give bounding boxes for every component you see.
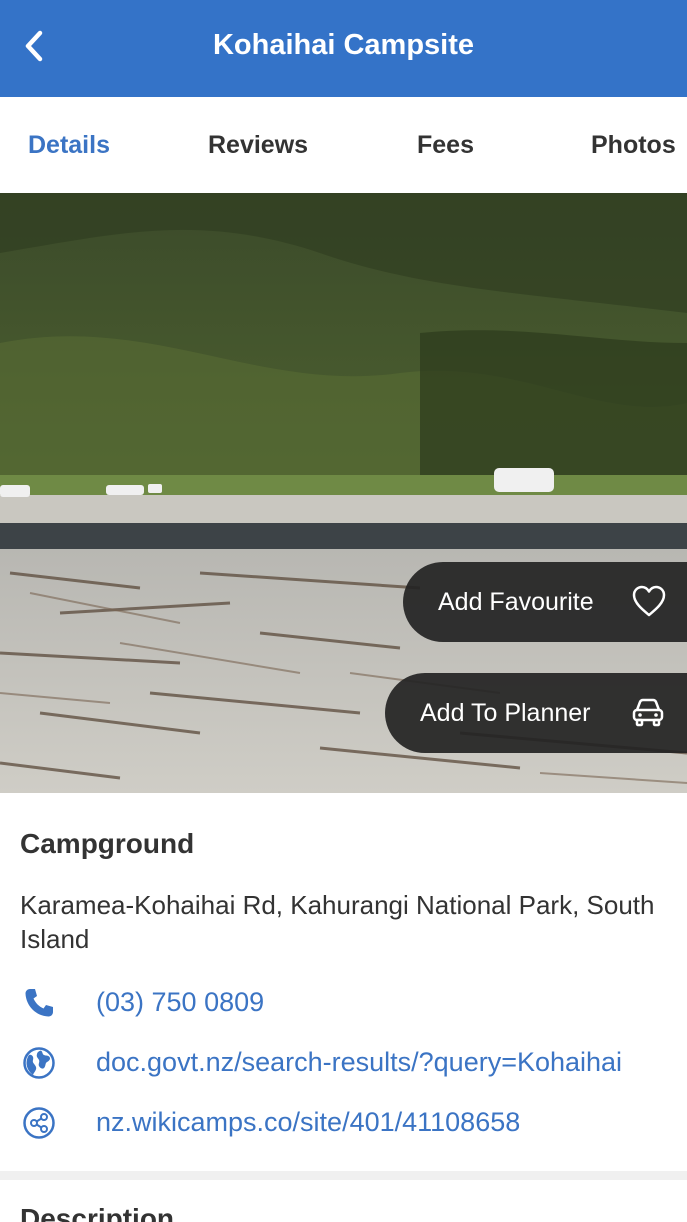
phone-icon	[25, 989, 53, 1017]
tab-bar: Details Reviews Fees Photos	[0, 97, 687, 193]
tab-photos[interactable]: Photos	[591, 97, 676, 193]
share-icon	[23, 1107, 55, 1139]
website-link[interactable]: doc.govt.nz/search-results/?query=Kohaih…	[96, 1037, 622, 1087]
back-button[interactable]	[14, 24, 54, 68]
share-link[interactable]: nz.wikicamps.co/site/401/41108658	[96, 1097, 520, 1147]
section-divider	[0, 1171, 687, 1180]
chevron-left-icon	[25, 30, 43, 62]
tab-fees[interactable]: Fees	[417, 97, 474, 193]
description-heading: Description	[20, 1203, 175, 1222]
site-address: Karamea-Kohaihai Rd, Kahurangi National …	[20, 890, 655, 954]
campsite-photo[interactable]: Add Favourite Add To Planner	[0, 193, 687, 793]
add-favourite-button[interactable]: Add Favourite	[403, 562, 687, 642]
tab-details[interactable]: Details	[28, 97, 110, 193]
phone-link[interactable]: (03) 750 0809	[96, 977, 264, 1027]
heart-outline-icon	[632, 585, 666, 617]
add-favourite-label: Add Favourite	[438, 587, 594, 616]
car-icon	[632, 698, 664, 727]
page-title: Kohaihai Campsite	[212, 29, 475, 61]
website-row[interactable]: doc.govt.nz/search-results/?query=Kohaih…	[0, 1037, 687, 1087]
add-to-planner-button[interactable]: Add To Planner	[385, 673, 687, 753]
share-row[interactable]: nz.wikicamps.co/site/401/41108658	[0, 1097, 687, 1147]
campsite-details: Campground Karamea-Kohaihai Rd, Kahurang…	[0, 793, 687, 1171]
app-header: Kohaihai Campsite	[0, 0, 687, 97]
phone-row[interactable]: (03) 750 0809	[0, 977, 687, 1027]
add-to-planner-label: Add To Planner	[420, 698, 591, 727]
site-category: Campground	[20, 828, 195, 859]
globe-icon	[23, 1047, 55, 1079]
tab-reviews[interactable]: Reviews	[208, 97, 308, 193]
